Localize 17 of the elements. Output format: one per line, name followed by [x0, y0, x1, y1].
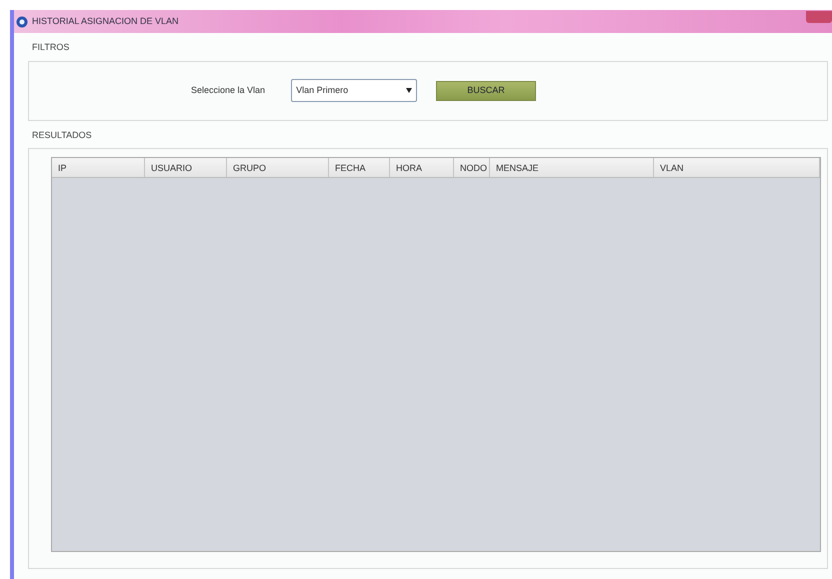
vlan-select[interactable]: Vlan Primero	[291, 79, 418, 102]
close-button[interactable]	[806, 10, 832, 22]
column-header[interactable]: USUARIO	[145, 158, 227, 177]
section-title: RESULTADOS	[32, 128, 93, 142]
section-title: FILTROS	[32, 41, 70, 54]
app-icon	[16, 16, 28, 28]
field-label: Seleccione la Vlan	[191, 84, 266, 97]
column-header[interactable]: NODO	[454, 158, 490, 177]
column-header[interactable]: MENSAJE	[490, 158, 654, 177]
column-header[interactable]: FECHA	[329, 158, 390, 177]
caret-icon	[406, 88, 412, 93]
column-header[interactable]: IP	[52, 158, 145, 177]
column-header[interactable]: VLAN	[654, 158, 820, 177]
window-title: HISTORIAL ASIGNACION DE VLAN	[32, 14, 179, 28]
column-header[interactable]: GRUPO	[227, 158, 329, 177]
column-header[interactable]: HORA	[390, 158, 454, 177]
search-button[interactable]: BUSCAR	[436, 80, 536, 100]
